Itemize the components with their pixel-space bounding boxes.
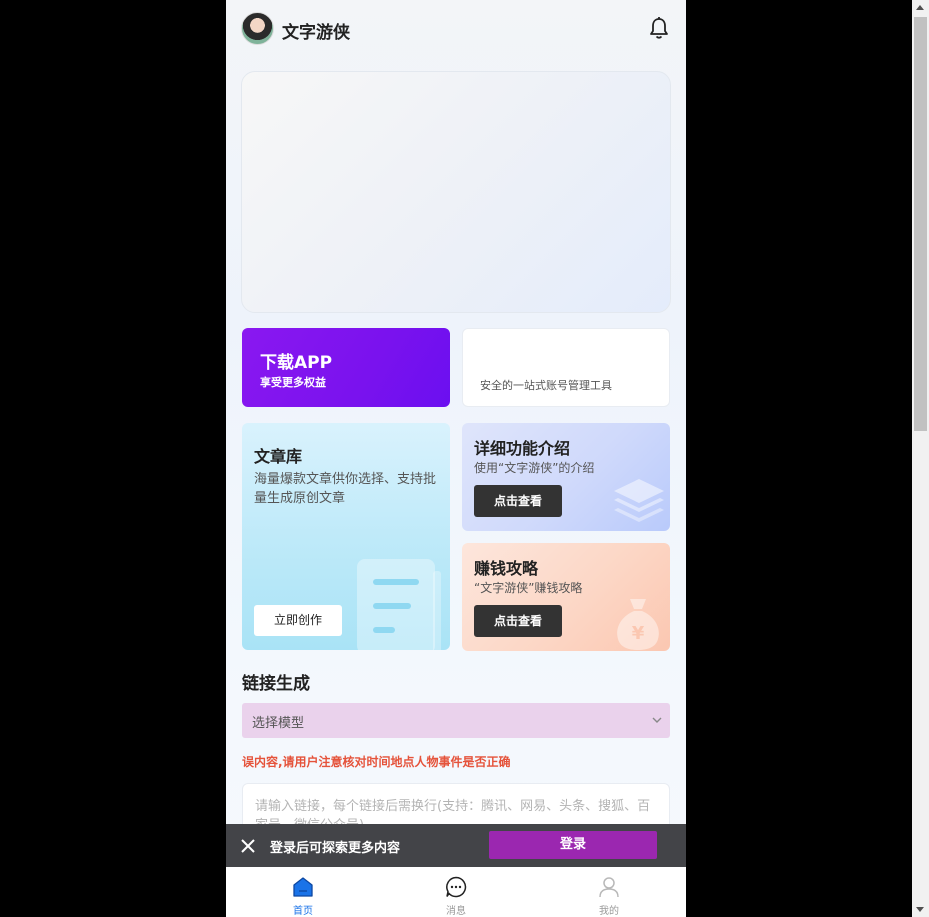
scroll-up-arrow-icon[interactable] [916,5,924,10]
app-title: 文字游侠 [282,23,350,43]
login-prompt-bar: 登录后可探索更多内容 登录 [226,824,686,867]
tab-profile[interactable]: 我的 [569,867,649,917]
tab-home[interactable]: 首页 [263,867,343,917]
tab-messages-label: 消息 [446,906,466,917]
feature-view-button[interactable]: 点击查看 [474,485,562,517]
browser-frame: 文字游侠 下载APP 享受更多权益 安全的一站式账号管理工具 文章库 海量爆款文… [0,0,929,917]
bell-icon[interactable] [648,16,670,40]
page-scrollbar[interactable] [912,0,929,917]
earn-strategy-subtitle: “文字游侠”赚钱攻略 [474,581,583,595]
feature-intro-subtitle: 使用“文字游侠”的介绍 [474,461,595,475]
document-icon [357,559,441,650]
layers-icon [614,479,664,522]
banner-carousel[interactable] [241,71,671,313]
scrollbar-thumb[interactable] [914,17,927,431]
article-library-card[interactable]: 文章库 海量爆款文章供你选择、支持批量生成原创文章 立即创作 [242,423,450,650]
earn-view-button[interactable]: 点击查看 [474,605,562,637]
tab-profile-label: 我的 [599,906,619,917]
mobile-app-viewport: 文字游侠 下载APP 享受更多权益 安全的一站式账号管理工具 文章库 海量爆款文… [226,0,686,917]
accuracy-warning: 误内容,请用户注意核对时间地点人物事件是否正确 [242,755,511,769]
feature-intro-title: 详细功能介绍 [474,439,571,458]
earn-strategy-card[interactable]: 赚钱攻略 “文字游侠”赚钱攻略 ¥ 点击查看 [462,543,670,651]
message-icon [446,876,467,898]
download-app-title: 下载APP [260,353,333,373]
link-generation-title: 链接生成 [242,674,310,694]
model-select[interactable]: 选择模型 [242,703,670,738]
login-hint-text: 登录后可探索更多内容 [270,841,401,856]
close-icon[interactable] [240,838,256,854]
article-library-description: 海量爆款文章供你选择、支持批量生成原创文章 [254,472,437,506]
login-button[interactable]: 登录 [489,831,657,859]
money-bag-icon: ¥ [617,599,659,650]
tab-messages[interactable]: 消息 [416,867,496,917]
avatar[interactable] [241,12,274,45]
feature-intro-card[interactable]: 详细功能介绍 使用“文字游侠”的介绍 点击查看 [462,423,670,531]
article-library-title: 文章库 [254,447,303,466]
home-icon [293,877,313,897]
tab-home-label: 首页 [293,906,313,917]
app-header: 文字游侠 [226,0,686,58]
account-tool-card[interactable]: 安全的一站式账号管理工具 [462,328,670,407]
download-app-subtitle: 享受更多权益 [260,376,326,389]
user-icon [599,877,619,898]
svg-text:¥: ¥ [632,623,645,644]
earn-strategy-title: 赚钱攻略 [474,559,539,578]
bottom-tab-bar: 首页 消息 我的 [226,867,686,917]
account-tool-subtitle: 安全的一站式账号管理工具 [480,379,612,392]
create-now-button[interactable]: 立即创作 [254,605,342,636]
download-app-card[interactable]: 下载APP 享受更多权益 [242,328,450,407]
model-select-value: 选择模型 [252,716,305,731]
chevron-down-icon [652,717,662,723]
scroll-down-arrow-icon[interactable] [916,907,924,912]
